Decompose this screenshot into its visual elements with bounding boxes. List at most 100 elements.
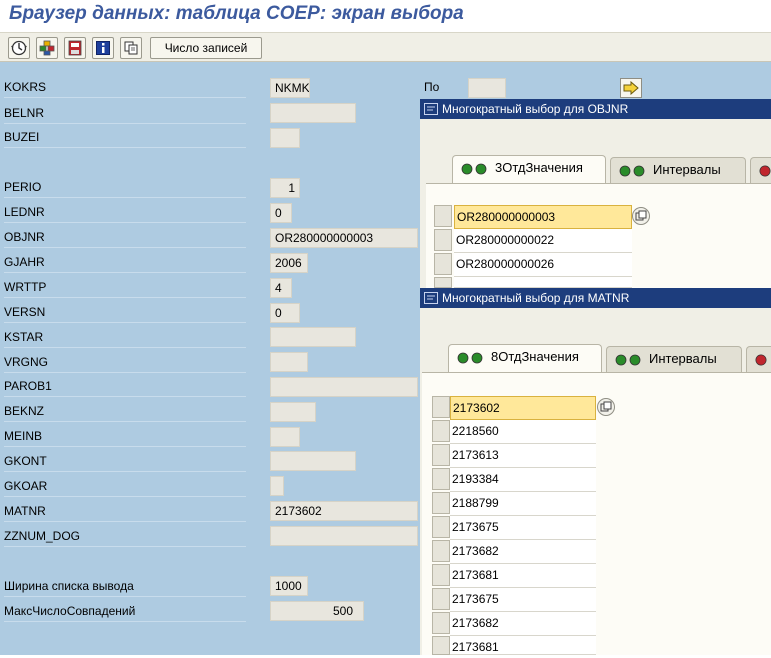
green-light-icon xyxy=(457,352,483,364)
field-label-lednr: LEDNR xyxy=(4,203,246,223)
copy-button[interactable] xyxy=(120,37,142,59)
application-toolbar: Число записей xyxy=(0,32,771,62)
input-belnr[interactable] xyxy=(270,103,356,123)
field-label-perio: PERIO xyxy=(4,178,246,198)
dialog-title-bar: Многократный выбор для OBJNR xyxy=(420,99,771,119)
field-label-zznum-dog: ZZNUM_DOG xyxy=(4,527,246,547)
multiple-selection-button[interactable] xyxy=(620,78,642,98)
dialog-title: Многократный выбор для OBJNR xyxy=(442,102,629,116)
row-selector[interactable] xyxy=(432,492,450,514)
input-meinb[interactable] xyxy=(270,427,300,447)
value-help-button[interactable] xyxy=(597,398,615,416)
input-kstar[interactable] xyxy=(270,327,356,347)
row-selector[interactable] xyxy=(432,468,450,490)
info-button[interactable] xyxy=(92,37,114,59)
field-label-versn: VERSN xyxy=(4,303,246,323)
field-label-gjahr: GJAHR xyxy=(4,253,246,273)
copy-icon xyxy=(124,41,138,55)
field-label-meinb: MEINB xyxy=(4,427,246,447)
input-vrgng[interactable] xyxy=(270,352,308,372)
value-row[interactable]: 2218560 xyxy=(450,420,596,444)
field-label-beknz: BEKNZ xyxy=(4,402,246,422)
value-row-selected[interactable]: OR280000000003 xyxy=(454,205,632,229)
execute-button[interactable] xyxy=(8,37,30,59)
green-light-icon xyxy=(619,165,645,177)
range-to-label: По xyxy=(424,80,440,94)
dialog-title: Многократный выбор для MATNR xyxy=(442,291,630,305)
field-label-parob1: PAROB1 xyxy=(4,377,246,397)
row-selector[interactable] xyxy=(432,564,450,586)
selection-options-button[interactable] xyxy=(36,37,58,59)
input-gjahr[interactable]: 2006 xyxy=(270,253,308,273)
tab-label: Интервалы xyxy=(653,162,721,177)
row-selector[interactable] xyxy=(432,612,450,634)
row-selector[interactable] xyxy=(432,636,450,655)
field-label-buzei: BUZEI xyxy=(4,128,246,148)
input-versn[interactable]: 0 xyxy=(270,303,300,323)
value-row[interactable]: 2173682 xyxy=(450,540,596,564)
tab-label: Интервалы xyxy=(649,351,717,366)
arrow-right-icon xyxy=(623,80,639,96)
input-matnr[interactable]: 2173602 xyxy=(270,501,418,521)
list-width-input[interactable]: 1000 xyxy=(270,576,308,596)
input-gkont[interactable] xyxy=(270,451,356,471)
input-gkoar[interactable] xyxy=(270,476,284,496)
row-selector[interactable] xyxy=(434,229,452,251)
field-label-wrttp: WRTTP xyxy=(4,278,246,298)
row-selector[interactable] xyxy=(434,205,452,227)
input-buzei[interactable] xyxy=(270,128,300,148)
tab-label: 3ОтдЗначения xyxy=(495,160,583,175)
tab-intervals[interactable]: Интервалы xyxy=(606,346,742,372)
max-hits-label: МаксЧислоСовпадений xyxy=(4,602,246,622)
row-selector[interactable] xyxy=(432,396,450,418)
selection-options-icon xyxy=(39,40,55,56)
row-selector[interactable] xyxy=(434,277,452,288)
row-selector[interactable] xyxy=(432,588,450,610)
tab-excluded[interactable] xyxy=(746,346,771,372)
value-row[interactable]: 2173681 xyxy=(450,564,596,588)
value-row-empty[interactable] xyxy=(454,277,632,288)
row-selector[interactable] xyxy=(432,540,450,562)
value-row[interactable]: 2173675 xyxy=(450,588,596,612)
range-to-input[interactable] xyxy=(468,78,506,98)
value-row[interactable]: 2173613 xyxy=(450,444,596,468)
field-label-gkont: GKONT xyxy=(4,452,246,472)
field-label-gkoar: GKOAR xyxy=(4,477,246,497)
field-label-matnr: MATNR xyxy=(4,502,246,522)
record-count-button[interactable]: Число записей xyxy=(150,37,262,59)
value-row[interactable]: 2188799 xyxy=(450,492,596,516)
row-selector[interactable] xyxy=(432,420,450,442)
save-variant-button[interactable] xyxy=(64,37,86,59)
value-row[interactable]: 2193384 xyxy=(450,468,596,492)
value-row[interactable]: 2173675 xyxy=(450,516,596,540)
tab-single-values[interactable]: 8ОтдЗначения xyxy=(448,344,602,372)
tab-single-values[interactable]: 3ОтдЗначения xyxy=(452,155,606,183)
max-hits-input[interactable]: 500 xyxy=(270,601,364,621)
tab-intervals[interactable]: Интервалы xyxy=(610,157,746,183)
input-kokrs[interactable]: NKMK xyxy=(270,78,310,98)
value-row[interactable]: 2173681 xyxy=(450,636,596,655)
window-icon xyxy=(424,292,438,304)
input-wrttp[interactable]: 4 xyxy=(270,278,292,298)
selection-screen: KOKRS NKMK BELNR BUZEI PERIO 1 LEDNR 0 O… xyxy=(0,62,771,655)
row-selector[interactable] xyxy=(432,516,450,538)
value-row-selected[interactable]: 2173602 xyxy=(450,396,596,420)
input-parob1[interactable] xyxy=(270,377,418,397)
execute-icon xyxy=(11,40,27,56)
tab-excluded[interactable] xyxy=(750,157,771,183)
input-objnr[interactable]: OR280000000003 xyxy=(270,228,418,248)
value-help-button[interactable] xyxy=(632,207,650,225)
input-perio[interactable]: 1 xyxy=(270,178,300,198)
row-selector[interactable] xyxy=(434,253,452,275)
value-row[interactable]: OR280000000022 xyxy=(454,229,632,253)
value-help-icon xyxy=(600,401,612,412)
value-row[interactable]: 2173682 xyxy=(450,612,596,636)
input-lednr[interactable]: 0 xyxy=(270,203,292,223)
value-row[interactable]: OR280000000026 xyxy=(454,253,632,277)
input-zznum-dog[interactable] xyxy=(270,526,418,546)
list-width-label: Ширина списка вывода xyxy=(4,577,246,597)
red-light-icon xyxy=(755,354,767,366)
field-label-kokrs: KOKRS xyxy=(4,78,246,98)
row-selector[interactable] xyxy=(432,444,450,466)
input-beknz[interactable] xyxy=(270,402,316,422)
